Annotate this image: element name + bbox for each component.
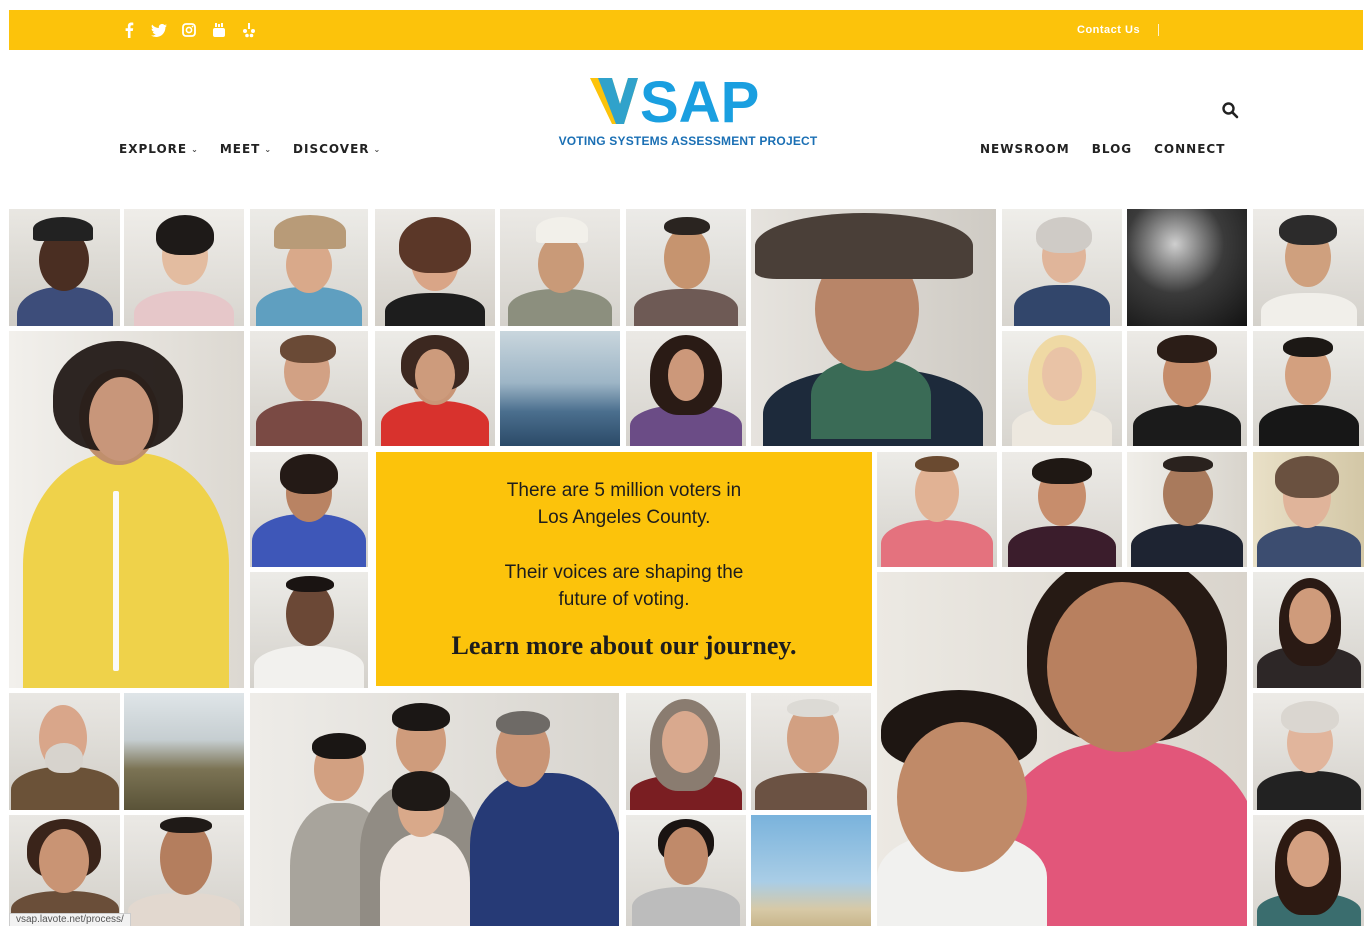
voter-photo[interactable] (751, 209, 996, 446)
voter-photo[interactable] (626, 815, 746, 926)
message-line-4: future of voting. (558, 589, 690, 610)
voter-photo[interactable] (751, 693, 871, 810)
voter-photo[interactable] (1253, 209, 1364, 326)
voter-photo[interactable] (877, 452, 997, 567)
voter-photo[interactable] (124, 209, 244, 326)
voter-photo[interactable] (375, 331, 495, 446)
message-line-3: Their voices are shaping the (504, 562, 744, 583)
voter-photo[interactable] (1253, 452, 1364, 567)
voter-photo[interactable] (1253, 331, 1364, 446)
voter-photo[interactable] (500, 209, 620, 326)
voter-photo[interactable] (1127, 452, 1247, 567)
la-skyline-photo[interactable] (500, 331, 620, 446)
voter-photo[interactable] (9, 331, 244, 688)
voter-photo[interactable] (9, 209, 120, 326)
voter-photo[interactable] (250, 572, 368, 688)
palm-trees-photo[interactable] (751, 815, 871, 926)
voter-photo[interactable] (1002, 452, 1122, 567)
voter-photo[interactable] (375, 209, 495, 326)
voter-photo[interactable] (250, 209, 368, 326)
voter-message-panel: There are 5 million voters in Los Angele… (376, 452, 872, 686)
voter-photo[interactable] (626, 209, 746, 326)
message-line-2: Los Angeles County. (537, 507, 711, 528)
voter-photo[interactable] (1002, 209, 1122, 326)
voter-photo[interactable] (9, 693, 120, 810)
voter-photo[interactable] (250, 452, 368, 567)
message-line-1: There are 5 million voters in (506, 480, 742, 501)
learn-more-link[interactable]: Learn more about our journey. (452, 631, 797, 661)
urban-light-photo[interactable] (1127, 209, 1247, 326)
voter-photo[interactable] (1002, 331, 1122, 446)
hollywood-sign-photo[interactable] (124, 693, 244, 810)
voter-photo[interactable] (124, 815, 244, 926)
voter-photo[interactable] (1253, 815, 1364, 926)
voter-photo[interactable] (1127, 331, 1247, 446)
voter-photo[interactable] (9, 815, 120, 926)
voter-photo[interactable] (250, 331, 368, 446)
voter-photo[interactable] (626, 693, 746, 810)
voter-photo[interactable] (1253, 572, 1364, 688)
link-status-url: vsap.lavote.net/process/ (9, 913, 131, 926)
voter-photo[interactable] (626, 331, 746, 446)
voter-photo[interactable] (250, 693, 619, 926)
voter-photo[interactable] (877, 572, 1247, 926)
voter-photo[interactable] (1253, 693, 1364, 810)
